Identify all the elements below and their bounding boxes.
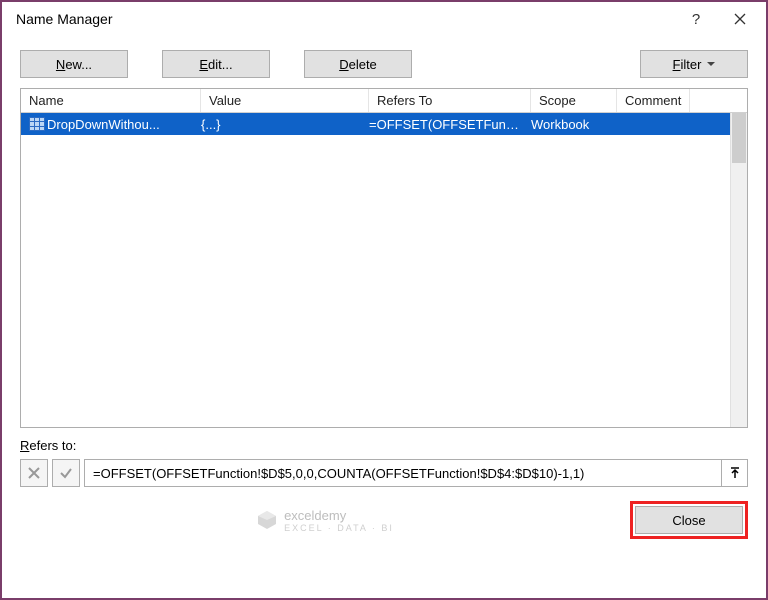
row-name: DropDownWithou...	[47, 117, 160, 132]
help-button[interactable]: ?	[674, 4, 718, 34]
watermark-icon	[256, 509, 278, 531]
close-icon[interactable]	[718, 4, 762, 34]
list-scrollbar[interactable]	[730, 113, 747, 427]
accept-formula-button[interactable]	[52, 459, 80, 487]
col-header-comment[interactable]: Comment	[617, 89, 690, 112]
edit-button[interactable]: Edit...	[162, 50, 270, 78]
names-list: Name Value Refers To Scope Comment	[20, 88, 748, 428]
close-button[interactable]: Close	[635, 506, 743, 534]
delete-button[interactable]: Delete	[304, 50, 412, 78]
name-manager-dialog: Name Manager ? New... Edit... Delete Fil…	[0, 0, 768, 600]
refers-to-label: Refers to:	[20, 438, 748, 453]
new-button[interactable]: New...	[20, 50, 128, 78]
titlebar: Name Manager ?	[2, 2, 766, 36]
refers-to-area: Refers to:	[2, 428, 766, 495]
refers-to-input[interactable]	[85, 466, 721, 481]
table-row[interactable]: DropDownWithou... {...} =OFFSET(OFFSETFu…	[21, 113, 730, 135]
filter-button[interactable]: Filter	[640, 50, 748, 78]
toolbar: New... Edit... Delete Filter	[2, 36, 766, 88]
watermark: exceldemy EXCEL · DATA · BI	[20, 508, 630, 533]
refers-to-field	[84, 459, 748, 487]
row-scope: Workbook	[527, 117, 613, 132]
named-range-icon	[29, 117, 45, 131]
cancel-formula-button[interactable]	[20, 459, 48, 487]
list-header: Name Value Refers To Scope Comment	[21, 89, 747, 113]
col-header-scope[interactable]: Scope	[531, 89, 617, 112]
row-refers: =OFFSET(OFFSETFunc...	[365, 117, 527, 132]
col-header-refers[interactable]: Refers To	[369, 89, 531, 112]
scroll-thumb[interactable]	[732, 113, 746, 163]
row-value: {...}	[197, 117, 365, 132]
collapse-dialog-button[interactable]	[721, 460, 747, 486]
col-header-name[interactable]: Name	[21, 89, 201, 112]
footer: exceldemy EXCEL · DATA · BI Close	[2, 495, 766, 553]
col-header-value[interactable]: Value	[201, 89, 369, 112]
dialog-title: Name Manager	[16, 11, 674, 27]
close-button-highlight: Close	[630, 501, 748, 539]
